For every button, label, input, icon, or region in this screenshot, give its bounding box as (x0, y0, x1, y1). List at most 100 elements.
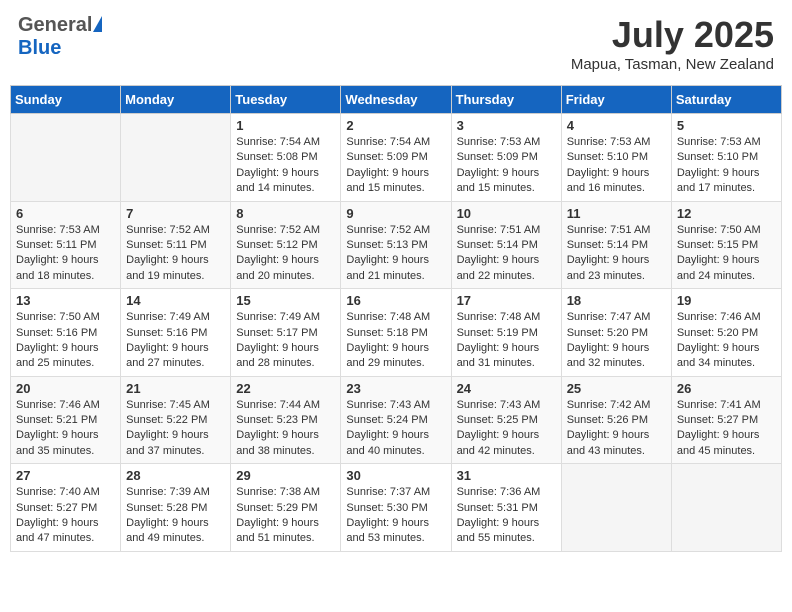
logo-general-text: General (18, 14, 92, 37)
day-number: 28 (126, 468, 225, 483)
day-number: 5 (677, 118, 776, 133)
calendar-cell: 27Sunrise: 7:40 AM Sunset: 5:27 PM Dayli… (11, 464, 121, 552)
calendar-cell: 7 Sunrise: 7:52 AM Sunset: 5:11 PM Daylig… (121, 201, 231, 289)
day-info: Sunrise: 7:53 AM Sunset: 5:10 PM Dayligh… (567, 135, 666, 197)
day-info: Sunrise: 7:52 AM Sunset: 5:12 PM Dayligh… (236, 223, 335, 285)
calendar-cell: 6Sunrise: 7:53 AM Sunset: 5:11 PM Daylig… (11, 201, 121, 289)
day-number: 4 (567, 118, 666, 133)
calendar-cell: 1Sunrise: 7:54 AM Sunset: 5:08 PM Daylig… (231, 114, 341, 202)
day-number: 25 (567, 381, 666, 396)
day-number: 7 (126, 206, 225, 221)
calendar-day-header: Tuesday (231, 86, 341, 114)
location-title: Mapua, Tasman, New Zealand (571, 56, 774, 73)
day-number: 16 (346, 293, 445, 308)
day-info: Sunrise: 7:54 AM Sunset: 5:08 PM Dayligh… (236, 135, 335, 197)
day-info: Sunrise: 7:45 AM Sunset: 5:22 PM Dayligh… (126, 398, 225, 460)
logo-triangle-icon (93, 16, 102, 32)
day-info: Sunrise: 7:39 AM Sunset: 5:28 PM Dayligh… (126, 485, 225, 547)
day-info: Sunrise: 7:37 AM Sunset: 5:30 PM Dayligh… (346, 485, 445, 547)
calendar-cell: 29Sunrise: 7:38 AM Sunset: 5:29 PM Dayli… (231, 464, 341, 552)
calendar-cell: 22Sunrise: 7:44 AM Sunset: 5:23 PM Dayli… (231, 376, 341, 464)
day-number: 8 (236, 206, 335, 221)
calendar-week-row: 1Sunrise: 7:54 AM Sunset: 5:08 PM Daylig… (11, 114, 782, 202)
calendar-cell: 9 Sunrise: 7:52 AM Sunset: 5:13 PM Daylig… (341, 201, 451, 289)
calendar-cell (121, 114, 231, 202)
calendar-cell: 4 Sunrise: 7:53 AM Sunset: 5:10 PM Daylig… (561, 114, 671, 202)
day-number: 17 (457, 293, 556, 308)
day-info: Sunrise: 7:52 AM Sunset: 5:13 PM Dayligh… (346, 223, 445, 285)
calendar-cell: 18 Sunrise: 7:47 AM Sunset: 5:20 PM Dayli… (561, 289, 671, 377)
calendar-table: SundayMondayTuesdayWednesdayThursdayFrid… (10, 85, 782, 552)
day-number: 31 (457, 468, 556, 483)
day-info: Sunrise: 7:51 AM Sunset: 5:14 PM Dayligh… (567, 223, 666, 285)
day-info: Sunrise: 7:48 AM Sunset: 5:19 PM Dayligh… (457, 310, 556, 372)
calendar-week-row: 13Sunrise: 7:50 AM Sunset: 5:16 PM Dayli… (11, 289, 782, 377)
day-info: Sunrise: 7:46 AM Sunset: 5:20 PM Dayligh… (677, 310, 776, 372)
day-number: 3 (457, 118, 556, 133)
calendar-cell: 3Sunrise: 7:53 AM Sunset: 5:09 PM Daylig… (451, 114, 561, 202)
page-header: General Blue July 2025 Mapua, Tasman, Ne… (10, 10, 782, 77)
day-number: 20 (16, 381, 115, 396)
calendar-cell: 5Sunrise: 7:53 AM Sunset: 5:10 PM Daylig… (671, 114, 781, 202)
day-info: Sunrise: 7:38 AM Sunset: 5:29 PM Dayligh… (236, 485, 335, 547)
day-number: 26 (677, 381, 776, 396)
calendar-cell: 12Sunrise: 7:50 AM Sunset: 5:15 PM Dayli… (671, 201, 781, 289)
day-number: 18 (567, 293, 666, 308)
calendar-cell (11, 114, 121, 202)
day-number: 14 (126, 293, 225, 308)
logo-blue-text: Blue (18, 37, 61, 60)
calendar-week-row: 6Sunrise: 7:53 AM Sunset: 5:11 PM Daylig… (11, 201, 782, 289)
calendar-cell: 16 Sunrise: 7:48 AM Sunset: 5:18 PM Dayli… (341, 289, 451, 377)
day-number: 24 (457, 381, 556, 396)
calendar-cell: 17 Sunrise: 7:48 AM Sunset: 5:19 PM Dayli… (451, 289, 561, 377)
calendar-cell: 20 Sunrise: 7:46 AM Sunset: 5:21 PM Dayli… (11, 376, 121, 464)
day-info: Sunrise: 7:52 AM Sunset: 5:11 PM Dayligh… (126, 223, 225, 285)
day-info: Sunrise: 7:48 AM Sunset: 5:18 PM Dayligh… (346, 310, 445, 372)
day-info: Sunrise: 7:41 AM Sunset: 5:27 PM Dayligh… (677, 398, 776, 460)
day-number: 27 (16, 468, 115, 483)
calendar-cell: 23 Sunrise: 7:43 AM Sunset: 5:24 PM Dayli… (341, 376, 451, 464)
day-info: Sunrise: 7:51 AM Sunset: 5:14 PM Dayligh… (457, 223, 556, 285)
calendar-cell: 26 Sunrise: 7:41 AM Sunset: 5:27 PM Dayli… (671, 376, 781, 464)
calendar-cell: 19Sunrise: 7:46 AM Sunset: 5:20 PM Dayli… (671, 289, 781, 377)
day-number: 11 (567, 206, 666, 221)
calendar-day-header: Monday (121, 86, 231, 114)
calendar-day-header: Wednesday (341, 86, 451, 114)
day-number: 2 (346, 118, 445, 133)
calendar-cell: 11 Sunrise: 7:51 AM Sunset: 5:14 PM Dayli… (561, 201, 671, 289)
day-info: Sunrise: 7:53 AM Sunset: 5:11 PM Dayligh… (16, 223, 115, 285)
calendar-cell: 31 Sunrise: 7:36 AM Sunset: 5:31 PM Dayli… (451, 464, 561, 552)
calendar-day-header: Friday (561, 86, 671, 114)
day-info: Sunrise: 7:36 AM Sunset: 5:31 PM Dayligh… (457, 485, 556, 547)
day-number: 13 (16, 293, 115, 308)
calendar-cell: 14 Sunrise: 7:49 AM Sunset: 5:16 PM Dayli… (121, 289, 231, 377)
calendar-cell: 10 Sunrise: 7:51 AM Sunset: 5:14 PM Dayli… (451, 201, 561, 289)
day-number: 12 (677, 206, 776, 221)
calendar-cell: 15Sunrise: 7:49 AM Sunset: 5:17 PM Dayli… (231, 289, 341, 377)
calendar-day-header: Sunday (11, 86, 121, 114)
logo: General Blue (18, 14, 103, 60)
calendar-week-row: 27Sunrise: 7:40 AM Sunset: 5:27 PM Dayli… (11, 464, 782, 552)
day-info: Sunrise: 7:43 AM Sunset: 5:24 PM Dayligh… (346, 398, 445, 460)
day-info: Sunrise: 7:44 AM Sunset: 5:23 PM Dayligh… (236, 398, 335, 460)
calendar-cell: 25 Sunrise: 7:42 AM Sunset: 5:26 PM Dayli… (561, 376, 671, 464)
day-number: 21 (126, 381, 225, 396)
calendar-cell: 28 Sunrise: 7:39 AM Sunset: 5:28 PM Dayli… (121, 464, 231, 552)
day-number: 30 (346, 468, 445, 483)
calendar-cell: 30 Sunrise: 7:37 AM Sunset: 5:30 PM Dayli… (341, 464, 451, 552)
calendar-cell (561, 464, 671, 552)
calendar-cell: 24 Sunrise: 7:43 AM Sunset: 5:25 PM Dayli… (451, 376, 561, 464)
day-number: 10 (457, 206, 556, 221)
calendar-day-header: Saturday (671, 86, 781, 114)
day-info: Sunrise: 7:47 AM Sunset: 5:20 PM Dayligh… (567, 310, 666, 372)
calendar-header-row: SundayMondayTuesdayWednesdayThursdayFrid… (11, 86, 782, 114)
day-info: Sunrise: 7:42 AM Sunset: 5:26 PM Dayligh… (567, 398, 666, 460)
day-number: 23 (346, 381, 445, 396)
day-info: Sunrise: 7:49 AM Sunset: 5:16 PM Dayligh… (126, 310, 225, 372)
day-info: Sunrise: 7:46 AM Sunset: 5:21 PM Dayligh… (16, 398, 115, 460)
day-info: Sunrise: 7:43 AM Sunset: 5:25 PM Dayligh… (457, 398, 556, 460)
day-number: 9 (346, 206, 445, 221)
calendar-cell: 8 Sunrise: 7:52 AM Sunset: 5:12 PM Daylig… (231, 201, 341, 289)
calendar-day-header: Thursday (451, 86, 561, 114)
calendar-week-row: 20 Sunrise: 7:46 AM Sunset: 5:21 PM Dayli… (11, 376, 782, 464)
